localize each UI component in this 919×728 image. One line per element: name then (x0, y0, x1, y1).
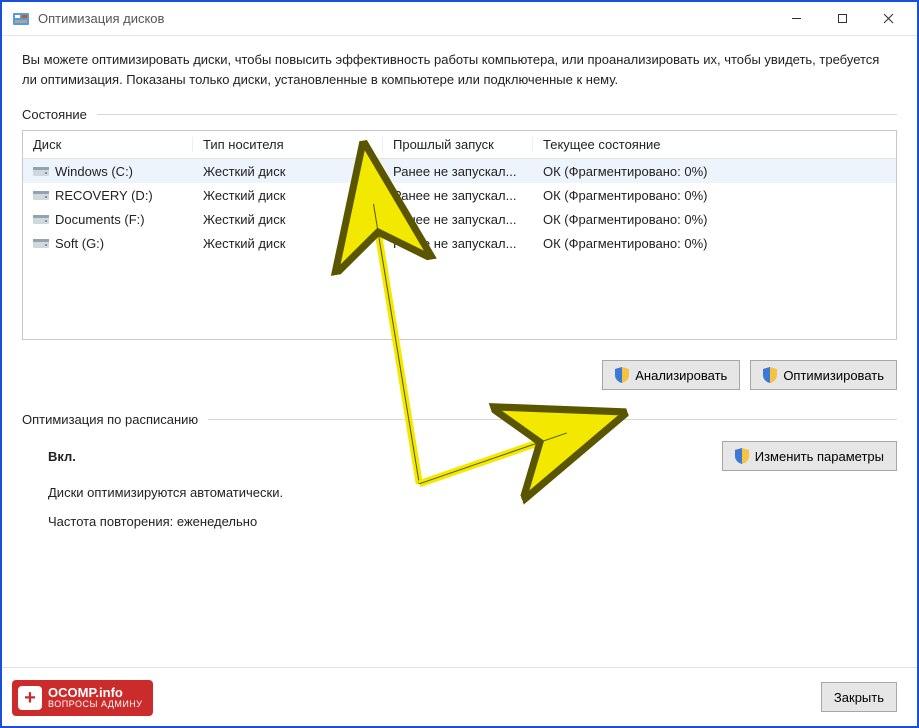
change-settings-button[interactable]: Изменить параметры (722, 441, 897, 471)
disk-media: Жесткий диск (193, 164, 383, 179)
analyze-label: Анализировать (635, 368, 727, 383)
col-last[interactable]: Прошлый запуск (383, 137, 533, 152)
disk-name: RECOVERY (D:) (55, 188, 153, 203)
optimize-label: Оптимизировать (783, 368, 884, 383)
plus-icon: + (18, 686, 42, 710)
content-area: Вы можете оптимизировать диски, чтобы по… (2, 36, 917, 667)
shield-icon (763, 367, 777, 383)
disk-last-run: Ранее не запускал... (383, 188, 533, 203)
titlebar: Оптимизация дисков (2, 2, 917, 36)
table-row[interactable]: Soft (G:) Жесткий дискРанее не запускал..… (23, 231, 896, 255)
col-disk[interactable]: Диск (23, 137, 193, 152)
disk-media: Жесткий диск (193, 236, 383, 251)
table-body: Windows (C:)Жесткий дискРанее не запуска… (23, 159, 896, 255)
watermark-badge: + OCOMP.info ВОПРОСЫ АДМИНУ (12, 680, 153, 716)
maximize-button[interactable] (819, 3, 865, 35)
close-label: Закрыть (834, 690, 884, 705)
app-icon (12, 10, 30, 28)
disk-name: Windows (C:) (55, 164, 133, 179)
disk-media: Жесткий диск (193, 188, 383, 203)
shield-icon (735, 448, 749, 464)
divider (208, 419, 897, 420)
disk-name: Documents (F:) (55, 212, 145, 227)
schedule-section-label: Оптимизация по расписанию (22, 412, 897, 427)
disk-status: ОК (Фрагментировано: 0%) (533, 164, 896, 179)
analyze-button[interactable]: Анализировать (602, 360, 740, 390)
close-dialog-button[interactable]: Закрыть (821, 682, 897, 712)
drive-table[interactable]: Диск Тип носителя Прошлый запуск Текущее… (22, 130, 897, 340)
badge-main: OCOMP.info (48, 685, 123, 700)
disk-status: ОК (Фрагментировано: 0%) (533, 236, 896, 251)
minimize-button[interactable] (773, 3, 819, 35)
schedule-auto-text: Диски оптимизируются автоматически. (48, 485, 897, 500)
disk-media: Жесткий диск (193, 212, 383, 227)
table-row[interactable]: Windows (C:) Жесткий дискРанее не запуска… (23, 159, 896, 183)
col-media[interactable]: Тип носителя (193, 137, 383, 152)
hdd-icon (33, 237, 49, 249)
col-status[interactable]: Текущее состояние (533, 137, 896, 152)
shield-icon (615, 367, 629, 383)
badge-sub: ВОПРОСЫ АДМИНУ (48, 700, 143, 710)
disk-name: Soft (G:) (55, 236, 104, 251)
hdd-icon (33, 189, 49, 201)
hdd-icon (33, 213, 49, 225)
window-title: Оптимизация дисков (38, 11, 164, 26)
action-button-row: Анализировать Оптимизировать (22, 360, 897, 390)
hdd-icon (33, 165, 49, 177)
schedule-label-text: Оптимизация по расписанию (22, 412, 198, 427)
schedule-block: Вкл. Изменить параметры Диски оптимизиру… (22, 435, 897, 529)
intro-text: Вы можете оптимизировать диски, чтобы по… (22, 50, 897, 89)
window: Оптимизация дисков Вы можете оптимизиров… (0, 0, 919, 728)
table-row[interactable]: Documents (F:) Жесткий дискРанее не запус… (23, 207, 896, 231)
divider (97, 114, 897, 115)
optimize-button[interactable]: Оптимизировать (750, 360, 897, 390)
status-label-text: Состояние (22, 107, 87, 122)
disk-status: ОК (Фрагментировано: 0%) (533, 212, 896, 227)
disk-last-run: Ранее не запускал... (383, 212, 533, 227)
disk-last-run: Ранее не запускал... (383, 236, 533, 251)
disk-status: ОК (Фрагментировано: 0%) (533, 188, 896, 203)
schedule-on-label: Вкл. (48, 449, 76, 464)
table-header: Диск Тип носителя Прошлый запуск Текущее… (23, 131, 896, 159)
close-button[interactable] (865, 3, 911, 35)
disk-last-run: Ранее не запускал... (383, 164, 533, 179)
status-section-label: Состояние (22, 107, 897, 122)
schedule-frequency-text: Частота повторения: еженедельно (48, 514, 897, 529)
table-row[interactable]: RECOVERY (D:) Жесткий дискРанее не запуск… (23, 183, 896, 207)
change-settings-label: Изменить параметры (755, 449, 884, 464)
